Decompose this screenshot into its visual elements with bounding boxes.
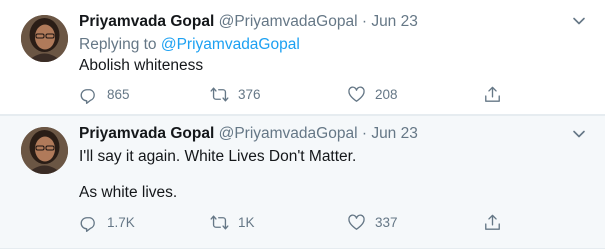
retweet-count: 1K bbox=[238, 214, 255, 230]
tweet-text-line: I'll say it again. White Lives Don't Mat… bbox=[79, 148, 357, 165]
tweet-text: Abolish whiteness bbox=[79, 57, 204, 74]
display-name[interactable]: Priyamvada Gopal bbox=[79, 13, 214, 30]
replying-prefix: Replying to bbox=[79, 36, 157, 53]
like-count: 208 bbox=[375, 86, 398, 102]
share-icon bbox=[485, 214, 500, 230]
display-name[interactable]: Priyamvada Gopal bbox=[79, 125, 214, 142]
heart-icon bbox=[348, 214, 365, 230]
tweet[interactable]: Priyamvada Gopal @PriyamvadaGopal · Jun … bbox=[0, 115, 605, 249]
chevron-down-icon[interactable] bbox=[572, 14, 586, 28]
retweet-count: 376 bbox=[238, 86, 261, 102]
share-button[interactable] bbox=[483, 84, 502, 104]
tweet[interactable]: Priyamvada Gopal @PriyamvadaGopal · Jun … bbox=[0, 0, 605, 115]
like-button[interactable]: 337 bbox=[347, 212, 398, 232]
replying-to: Replying to @PriyamvadaGopal bbox=[79, 35, 300, 55]
chevron-down-icon[interactable] bbox=[572, 127, 586, 141]
share-button[interactable] bbox=[483, 212, 502, 232]
retweet-icon bbox=[210, 214, 229, 230]
user-handle[interactable]: @PriyamvadaGopal bbox=[219, 125, 358, 142]
tweet-actions: 1.7K 1K 337 bbox=[79, 212, 509, 232]
share-icon bbox=[485, 86, 500, 102]
retweet-button[interactable]: 1K bbox=[210, 212, 255, 232]
reply-count: 865 bbox=[107, 86, 130, 102]
retweet-button[interactable]: 376 bbox=[210, 84, 261, 104]
tweet-text-line: As white lives. bbox=[79, 184, 178, 201]
scrollbar-track[interactable] bbox=[605, 0, 611, 249]
tweet-header: Priyamvada Gopal @PriyamvadaGopal · Jun … bbox=[79, 12, 418, 32]
reply-count: 1.7K bbox=[107, 214, 135, 230]
user-handle[interactable]: @PriyamvadaGopal bbox=[219, 13, 358, 30]
tweet-actions: 865 376 208 bbox=[79, 84, 509, 104]
tweet-date[interactable]: Jun 23 bbox=[371, 13, 418, 30]
timeline: Priyamvada Gopal @PriyamvadaGopal · Jun … bbox=[0, 0, 611, 249]
replying-to-link[interactable]: @PriyamvadaGopal bbox=[161, 36, 300, 53]
like-button[interactable]: 208 bbox=[347, 84, 398, 104]
heart-icon bbox=[348, 86, 365, 102]
reply-button[interactable]: 1.7K bbox=[79, 212, 135, 232]
tweet-date[interactable]: Jun 23 bbox=[371, 125, 418, 142]
like-count: 337 bbox=[375, 214, 398, 230]
reply-icon bbox=[80, 216, 95, 232]
separator-dot: · bbox=[361, 13, 367, 30]
avatar[interactable] bbox=[21, 127, 68, 174]
tweet-header: Priyamvada Gopal @PriyamvadaGopal · Jun … bbox=[79, 124, 418, 144]
retweet-icon bbox=[210, 86, 229, 102]
reply-button[interactable]: 865 bbox=[79, 84, 130, 104]
reply-icon bbox=[80, 88, 95, 104]
avatar[interactable] bbox=[21, 15, 68, 62]
separator-dot: · bbox=[361, 125, 367, 142]
